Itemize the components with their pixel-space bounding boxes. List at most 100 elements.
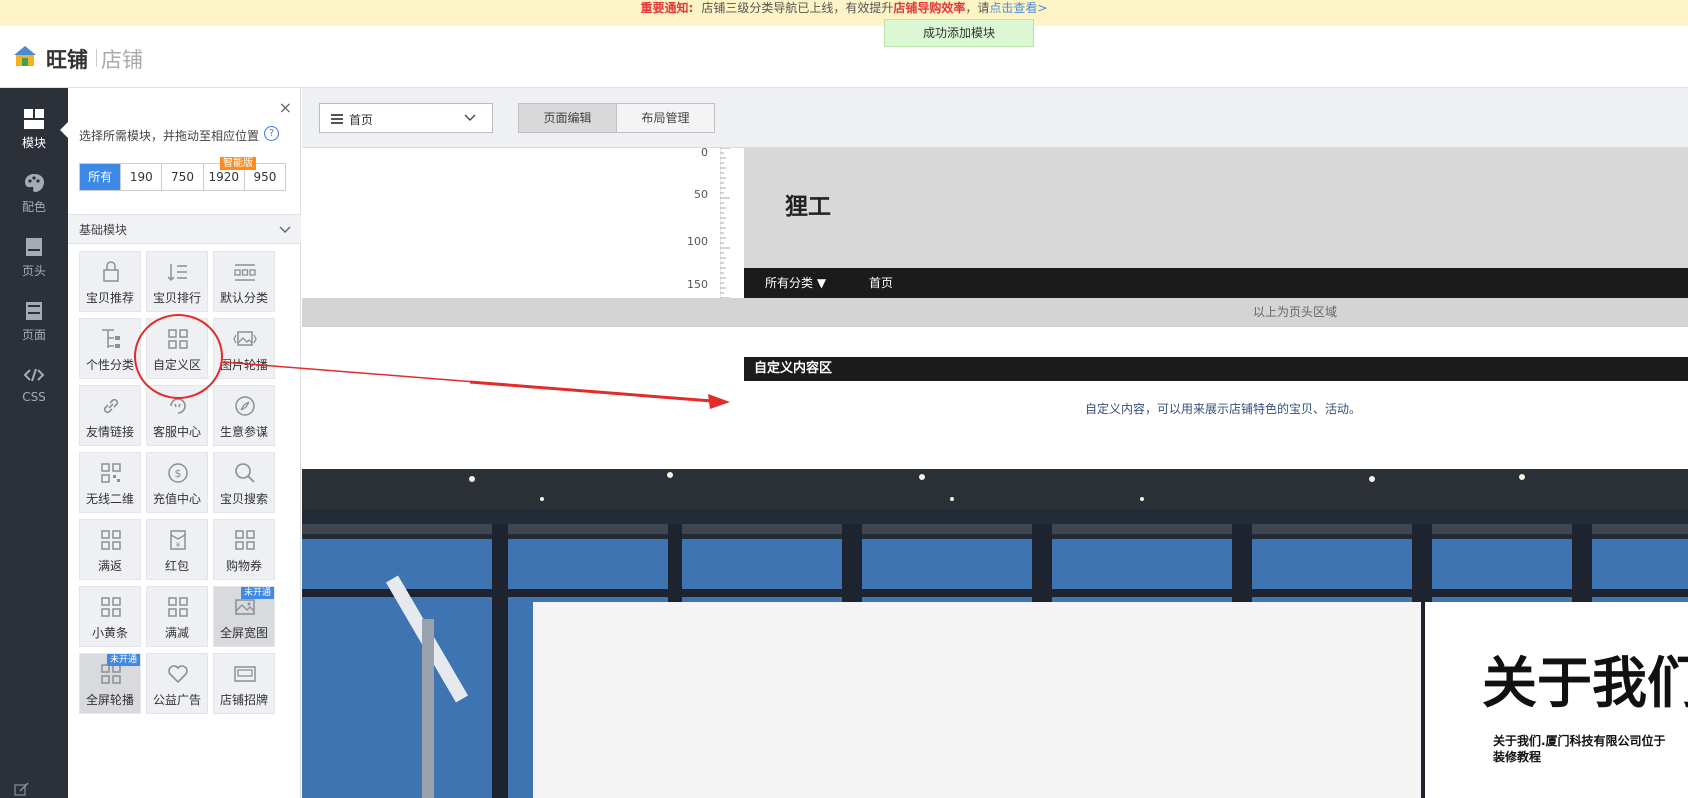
module-tile[interactable]: 店铺招牌 — [213, 653, 275, 714]
module-tile[interactable]: 小黄条 — [79, 586, 141, 647]
ruler-label: 50 — [694, 188, 708, 201]
module-label: 宝贝推荐 — [85, 291, 134, 305]
module-tile[interactable]: 满减 — [146, 586, 208, 647]
palette-icon — [25, 174, 44, 192]
search-icon — [235, 463, 255, 483]
notice-label: 重要通知: — [640, 1, 694, 15]
dollar-icon: $ — [168, 463, 188, 483]
left-nav-item-modules[interactable]: 模块 — [0, 98, 68, 154]
bag-icon — [103, 261, 119, 282]
panel-hint: 选择所需模块，并拖动至相应位置 — [79, 129, 260, 143]
module-tile[interactable]: 满返 — [79, 519, 141, 580]
left-nav-item-colors[interactable]: 配色 — [0, 162, 68, 218]
module-tile[interactable]: 全屏轮播 未开通 — [79, 653, 141, 714]
module-label: 红包 — [164, 559, 189, 573]
rank-list-icon — [167, 264, 187, 282]
module-label: 生意参谋 — [219, 425, 268, 439]
page-canvas: 0 50 100 150 狸工 所有分类 ▼ 首页 以上为页头区域 自定义内容区… — [302, 146, 1688, 798]
module-label: 图片轮播 — [219, 358, 268, 372]
left-nav-label: 页面 — [21, 328, 46, 342]
image-carousel-icon — [233, 331, 257, 346]
left-nav-item-page[interactable]: 页面 — [0, 290, 68, 346]
grid-icon — [101, 597, 121, 617]
page-select-value: 首页 — [349, 113, 374, 127]
module-label: 无线二维 — [85, 492, 134, 506]
nav-all-categories[interactable]: 所有分类 ▼ — [765, 268, 826, 298]
section-header-basic[interactable]: 基础模块 — [68, 214, 301, 244]
module-label: 友情链接 — [85, 425, 134, 439]
module-tile[interactable]: 购物券 — [213, 519, 275, 580]
nav-home[interactable]: 首页 — [869, 268, 893, 298]
left-nav-item-header[interactable]: 页头 — [0, 226, 68, 282]
notice-text: 店铺三级分类导航已上线，有效提升 — [701, 1, 894, 15]
ruler-ticks — [720, 148, 730, 298]
module-tile[interactable]: 全屏宽图 未开通 — [213, 586, 275, 647]
editor-toolbar: 首页 页面编辑 布局管理 — [302, 88, 1688, 148]
notice-link[interactable]: 点击查看> — [989, 1, 1047, 15]
section-title: 基础模块 — [79, 223, 128, 237]
custom-module-bar[interactable]: 自定义内容区 — [744, 357, 1688, 381]
module-label: 店铺招牌 — [219, 693, 268, 707]
module-tile[interactable]: 宝贝搜索 — [213, 452, 275, 513]
module-label: 默认分类 — [219, 291, 268, 305]
module-tile[interactable]: 生意参谋 — [213, 385, 275, 446]
notice-highlight: 店铺导购效率 — [893, 1, 966, 15]
code-icon — [23, 368, 45, 382]
module-tile[interactable]: 友情链接 — [79, 385, 141, 446]
about-panel[interactable]: 关于我们 关于我们.厦门科技有限公司位于 装修教程 — [1425, 602, 1688, 798]
module-tile[interactable]: 公益广告 — [146, 653, 208, 714]
app-header: 旺铺 店铺 — [0, 26, 1688, 88]
module-label: 充值中心 — [152, 492, 201, 506]
not-activated-badge: 未开通 — [106, 654, 140, 666]
ruler-label: 0 — [701, 146, 708, 159]
module-tile[interactable]: 宝贝排行 — [146, 251, 208, 312]
edit-icon[interactable] — [14, 782, 30, 796]
module-label: 客服中心 — [152, 425, 201, 439]
module-tile[interactable]: 个性分类 — [79, 318, 141, 379]
module-label: 小黄条 — [91, 626, 128, 640]
module-label: 个性分类 — [85, 358, 134, 372]
module-tile[interactable]: 宝贝推荐 — [79, 251, 141, 312]
grid-icon — [101, 530, 121, 550]
about-panel-placeholder[interactable] — [533, 602, 1421, 798]
smart-edition-badge: 智能版 — [220, 157, 256, 170]
help-icon[interactable]: ? — [264, 126, 279, 141]
panel-pointer — [60, 122, 68, 138]
module-tile[interactable]: 无线二维 — [79, 452, 141, 513]
module-tile[interactable]: $ 充值中心 — [146, 452, 208, 513]
tab-page-edit[interactable]: 页面编辑 — [519, 104, 616, 132]
chevron-down-icon — [464, 114, 476, 121]
about-text: 关于我们.厦门科技有限公司位于 装修教程 — [1493, 733, 1688, 765]
chevron-down-icon — [279, 226, 291, 233]
workspace: 首页 页面编辑 布局管理 0 50 100 150 狸工 所有分类 ▼ 首页 以… — [302, 88, 1688, 798]
module-label: 宝贝排行 — [152, 291, 201, 305]
page-select[interactable]: 首页 — [319, 103, 493, 133]
left-nav-label: 配色 — [21, 200, 46, 214]
module-panel: × 选择所需模块，并拖动至相应位置 ? 所有 190 750 1920 950 … — [60, 88, 301, 798]
left-nav-item-css[interactable]: CSS — [0, 354, 68, 410]
red-envelope-icon: ¥ — [170, 530, 186, 550]
size-tab-750[interactable]: 750 — [161, 164, 203, 190]
header-icon — [26, 238, 42, 256]
about-text-line2: 装修教程 — [1493, 750, 1542, 764]
qrcode-icon — [101, 463, 121, 483]
about-title: 关于我们 — [1482, 651, 1688, 715]
brand-sub: 店铺 — [101, 48, 143, 72]
store-header-area[interactable]: 狸工 — [744, 148, 1688, 268]
left-nav-label: 模块 — [21, 136, 46, 150]
module-tile[interactable]: ¥ 红包 — [146, 519, 208, 580]
close-icon[interactable]: × — [279, 100, 292, 116]
module-tile[interactable]: 默认分类 — [213, 251, 275, 312]
left-nav: 模块 配色 页头 页面 CSS — [0, 88, 68, 798]
size-tab-190[interactable]: 190 — [120, 164, 162, 190]
notice-text-after: ，请 — [965, 1, 990, 15]
ruler-label: 100 — [687, 235, 708, 248]
size-tab-all[interactable]: 所有 — [80, 164, 121, 190]
svg-text:$: $ — [175, 467, 182, 480]
ruler-label: 150 — [687, 278, 708, 291]
left-nav-label: 页头 — [21, 264, 46, 278]
module-label: 全屏轮播 — [85, 693, 134, 707]
brand-separator — [96, 49, 97, 67]
link-icon — [103, 398, 119, 414]
tab-layout-manage[interactable]: 布局管理 — [616, 104, 714, 132]
